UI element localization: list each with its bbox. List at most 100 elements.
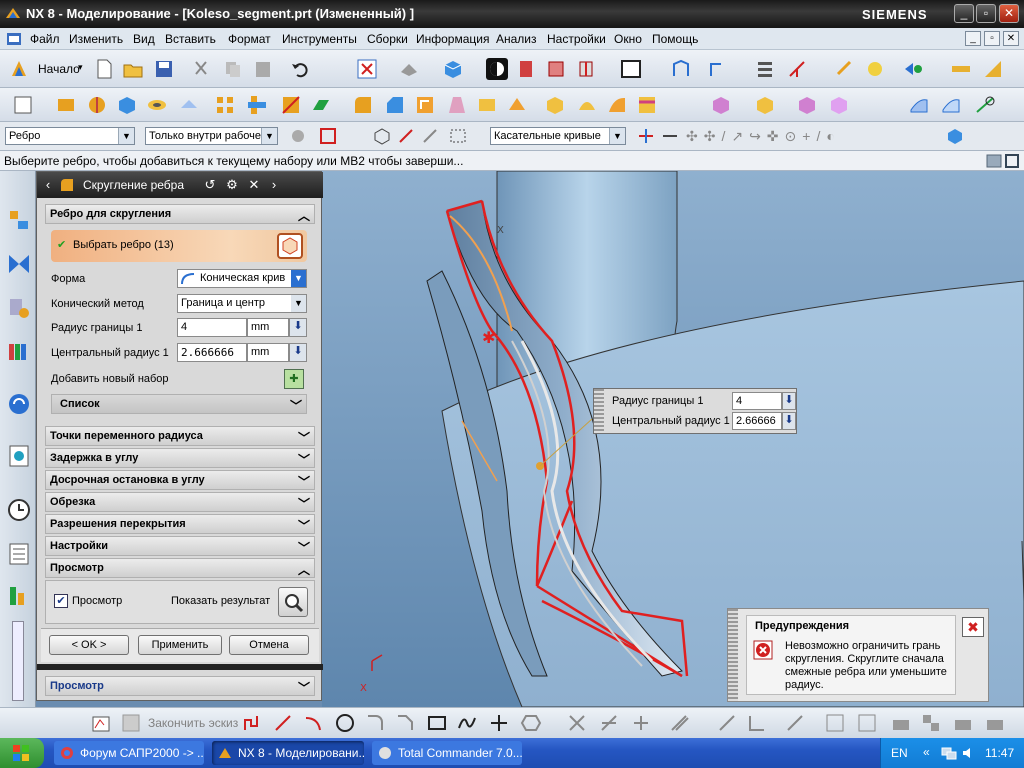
open-folder-icon[interactable] <box>122 58 144 80</box>
menu-assemblies[interactable]: Сборки <box>367 32 408 46</box>
section-settings[interactable]: Настройки ﹀ <box>45 536 315 556</box>
studio-spline-icon[interactable] <box>456 712 478 734</box>
menu-insert[interactable]: Вставить <box>165 32 216 46</box>
boundary-radius-menu-icon[interactable]: ⬇ <box>289 318 307 337</box>
shell-icon[interactable] <box>414 94 436 116</box>
quick-trim-icon[interactable] <box>566 712 588 734</box>
section-trim[interactable]: Обрезка ﹀ <box>45 492 315 512</box>
reset-icon[interactable]: ↺ <box>201 176 219 194</box>
copy-icon[interactable] <box>222 58 244 80</box>
ruler-icon[interactable] <box>950 58 972 80</box>
roles-icon[interactable] <box>6 583 32 609</box>
menu-help[interactable]: Помощь <box>652 32 698 46</box>
point-icon[interactable] <box>488 712 510 734</box>
type-filter-select[interactable]: Ребро ▼ <box>5 127 135 145</box>
doc-restore-button[interactable]: ▫ <box>984 31 1000 46</box>
center-radius-input[interactable]: 2.666666 <box>177 343 247 362</box>
quick-extend-icon[interactable] <box>598 712 620 734</box>
restore-view-icon[interactable] <box>1004 153 1020 169</box>
start-label[interactable]: Начало <box>38 62 80 76</box>
warning-close-icon[interactable]: ✖ <box>962 617 984 637</box>
pattern-icon[interactable] <box>214 94 236 116</box>
infer-settings-icon[interactable] <box>952 712 974 734</box>
menu-format[interactable]: Формат <box>228 32 271 46</box>
volume-icon[interactable] <box>961 745 977 761</box>
analysis-icon[interactable] <box>864 58 886 80</box>
circle-icon[interactable] <box>334 712 356 734</box>
boss-icon[interactable] <box>178 94 200 116</box>
section-stop-short-of-corner[interactable]: Досрочная остановка в углу ﹀ <box>45 470 315 490</box>
thicken-icon[interactable] <box>506 94 528 116</box>
select-edge-row[interactable]: ✔ Выбрать ребро (13) <box>51 230 307 262</box>
snap-point-icons[interactable]: ✣✣/↗↪✜⊙+/◐ <box>686 128 841 145</box>
rectangle-select-icon[interactable] <box>448 126 468 146</box>
curve-rule-select[interactable]: Касательные кривые ▼ <box>490 127 626 145</box>
wireframe-icon[interactable] <box>545 58 567 80</box>
geometric-constraints-icon[interactable] <box>784 712 806 734</box>
draft-analysis-icon[interactable] <box>982 58 1004 80</box>
line-icon[interactable] <box>272 712 294 734</box>
app-menu-icon[interactable] <box>6 31 22 47</box>
select-feature-icon[interactable] <box>420 126 440 146</box>
center-radius-unit[interactable]: mm <box>247 343 289 362</box>
select-filter-icon[interactable] <box>356 58 378 80</box>
shaded-edges-icon[interactable] <box>486 58 508 80</box>
menu-preferences[interactable]: Настройки <box>547 32 606 46</box>
maximize-button[interactable]: ▫ <box>976 4 996 23</box>
make-corner-icon[interactable] <box>630 712 652 734</box>
surface-analysis-icon[interactable] <box>974 94 996 116</box>
extrude-icon[interactable] <box>55 94 77 116</box>
web-browser-icon[interactable] <box>6 391 32 417</box>
fillet-icon[interactable] <box>364 712 386 734</box>
menu-view[interactable]: Вид <box>133 32 155 46</box>
close-button[interactable]: ✕ <box>999 4 1019 23</box>
select-face-icon[interactable] <box>396 126 416 146</box>
revolve-icon[interactable] <box>86 94 108 116</box>
draft-icon[interactable] <box>446 94 468 116</box>
arc-icon[interactable] <box>302 712 324 734</box>
select-edge-icon[interactable] <box>277 233 303 259</box>
paste-icon[interactable] <box>252 58 274 80</box>
motion-icon[interactable] <box>902 58 924 80</box>
show-result-button[interactable] <box>278 587 308 617</box>
undo-icon[interactable] <box>289 58 311 80</box>
network-icon[interactable] <box>941 745 957 761</box>
assembly-navigator-icon[interactable] <box>6 207 32 233</box>
stop-at-intersection-icon[interactable] <box>636 126 656 146</box>
process-studio-icon[interactable] <box>6 541 32 567</box>
part-navigator-icon[interactable] <box>6 295 32 321</box>
reuse-library-icon[interactable] <box>6 339 32 365</box>
menu-analysis[interactable]: Анализ <box>496 32 537 46</box>
trim-body-icon[interactable] <box>280 94 302 116</box>
show-constraints-icon[interactable] <box>824 712 846 734</box>
start-dropdown-icon[interactable]: ▾ <box>78 62 83 73</box>
profile-icon[interactable] <box>242 712 264 734</box>
dialog-close-icon[interactable]: ✕ <box>245 176 263 194</box>
cancel-button[interactable]: Отмена <box>229 635 309 655</box>
tray-expand-icon[interactable]: « <box>923 745 930 759</box>
drag-handle[interactable] <box>728 609 738 701</box>
new-file-icon[interactable] <box>93 58 115 80</box>
replace-face-icon[interactable] <box>796 94 818 116</box>
save-icon[interactable] <box>153 58 175 80</box>
section-corner-setback[interactable]: Задержка в углу ﹀ <box>45 448 315 468</box>
osi-center-menu-icon[interactable]: ⬇ <box>782 412 796 430</box>
sew-icon[interactable] <box>544 94 566 116</box>
section-view-icon[interactable] <box>515 58 537 80</box>
snap-view-icon[interactable] <box>398 58 420 80</box>
delete-face-icon[interactable] <box>754 94 776 116</box>
scope-filter-select[interactable]: Только внутри рабоче ▼ <box>145 127 278 145</box>
sync-model-icon[interactable] <box>710 94 732 116</box>
menu-information[interactable]: Информация <box>416 32 489 46</box>
offset-curve-icon[interactable] <box>668 712 690 734</box>
face-blend-icon[interactable] <box>636 94 658 116</box>
datum-csys-icon[interactable] <box>786 58 808 80</box>
osi-center-input[interactable]: 2.66666 <box>732 412 782 430</box>
center-radius-menu-icon[interactable]: ⬇ <box>289 343 307 362</box>
constraint-navigator-icon[interactable] <box>6 251 32 277</box>
auto-dimension-icon[interactable] <box>856 712 878 734</box>
sketch-icon[interactable] <box>12 94 34 116</box>
hole-icon[interactable] <box>146 94 168 116</box>
through-curves-icon[interactable] <box>940 94 962 116</box>
measure-icon[interactable] <box>834 58 856 80</box>
